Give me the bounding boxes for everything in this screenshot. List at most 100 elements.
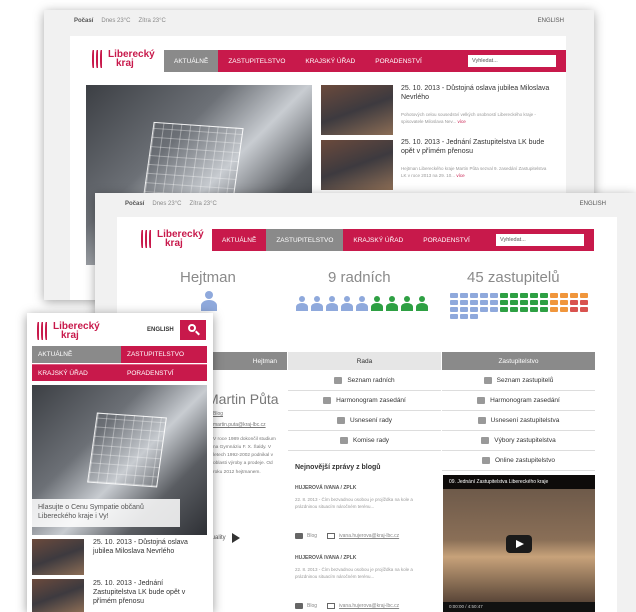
zast-link-seznam[interactable]: Seznam zastupitelů bbox=[442, 371, 595, 391]
search-input[interactable]: Vyhledat... bbox=[496, 234, 584, 246]
logo[interactable]: Liberecký kraj bbox=[139, 229, 204, 249]
calendar-icon bbox=[477, 397, 486, 404]
seat-cell bbox=[550, 300, 558, 305]
news-title-1[interactable]: 25. 10. 2013 - Důstojná oslava jubilea M… bbox=[401, 85, 551, 103]
play-button[interactable] bbox=[506, 534, 532, 553]
hejtman-person-icon bbox=[201, 291, 217, 311]
rada-link-komise[interactable]: Komise rady bbox=[288, 431, 441, 451]
news-thumb-1[interactable] bbox=[321, 85, 393, 135]
more-link[interactable]: více bbox=[457, 119, 465, 124]
list-icon bbox=[337, 417, 346, 424]
monitor-icon bbox=[482, 457, 490, 464]
logo-mark-icon bbox=[139, 229, 155, 249]
video-time: 0:00:00 / 4:50:47 bbox=[449, 604, 483, 609]
nav-zastupitelstvo[interactable]: ZASTUPITELSTVO bbox=[266, 229, 344, 251]
seat-cell bbox=[540, 293, 548, 298]
zast-link-harmonogram[interactable]: Harmonogram zasedání bbox=[442, 391, 595, 411]
seat-cell bbox=[490, 293, 498, 298]
nav-poradenstvi[interactable]: PORADENSTVÍ bbox=[413, 229, 480, 251]
search-input[interactable]: Vyhledat... bbox=[468, 55, 556, 67]
zast-link-online[interactable]: Online zastupitelstvo bbox=[442, 451, 595, 471]
hejtman-bio: V roce 1989 dokončil studium na Gymnáziu… bbox=[213, 437, 276, 475]
news-title-2[interactable]: 25. 10. 2013 - Jednání Zastupitelstva LK… bbox=[93, 580, 205, 606]
blog-link[interactable]: Blog bbox=[307, 603, 317, 609]
weather-label: Počasí bbox=[125, 201, 145, 207]
seat-cell bbox=[490, 307, 498, 312]
seat-cell bbox=[450, 314, 458, 319]
seat-cell bbox=[470, 300, 478, 305]
rada-link-seznam[interactable]: Seznam radních bbox=[288, 371, 441, 391]
blog-links-1: Blog ivana.hujerova@kraj-lbc.cz bbox=[295, 533, 399, 539]
search-button[interactable] bbox=[180, 320, 206, 340]
seat-cell bbox=[540, 307, 548, 312]
news-thumb-1[interactable] bbox=[32, 539, 84, 575]
radni-person-icon bbox=[356, 296, 368, 311]
radni-person-icon bbox=[401, 296, 413, 311]
zast-link-vybory[interactable]: Výbory zastupitelstva bbox=[442, 431, 595, 451]
seat-cell bbox=[560, 300, 568, 305]
seat-cell bbox=[470, 307, 478, 312]
radni-person-icon bbox=[326, 296, 338, 311]
email-link[interactable]: ivana.hujerova@kraj-lbc.cz bbox=[339, 533, 399, 539]
radni-person-icon bbox=[416, 296, 428, 311]
hejtman-label: Hejtman bbox=[180, 269, 236, 286]
video-player[interactable]: 09. Jednání Zastupitelstva Libereckého k… bbox=[443, 475, 595, 612]
tab-zastupitelstvo[interactable]: Zastupitelstvo bbox=[442, 352, 595, 370]
seat-cell bbox=[460, 314, 468, 319]
language-link[interactable]: ENGLISH bbox=[147, 327, 174, 333]
nav-krajsky-urad[interactable]: KRAJSKÝ ÚŘAD bbox=[343, 229, 413, 251]
rada-link-usneseni[interactable]: Usnesení rady bbox=[288, 411, 441, 431]
nav-krajsky-urad[interactable]: KRAJSKÝ ÚŘAD bbox=[295, 50, 365, 72]
seat-cell bbox=[540, 300, 548, 305]
hero-caption[interactable]: Hlasujte o Cenu Sympatie občanů Libereck… bbox=[32, 499, 180, 527]
people-icon bbox=[483, 377, 492, 384]
seat-cell bbox=[480, 307, 488, 312]
people-icon bbox=[334, 377, 343, 384]
seat-cell bbox=[480, 293, 488, 298]
hejtman-blog-link[interactable]: Blog bbox=[213, 411, 223, 417]
seat-cell bbox=[550, 307, 558, 312]
nav-zastupitelstvo[interactable]: ZASTUPITELSTVO bbox=[121, 346, 207, 363]
hejtman-email-link[interactable]: martin.puta@kraj-lbc.cz bbox=[213, 422, 266, 428]
nav-aktualne[interactable]: AKTUÁLNĚ bbox=[212, 229, 266, 251]
seat-cell bbox=[460, 300, 468, 305]
radni-person-icon bbox=[386, 296, 398, 311]
seat-cell bbox=[530, 293, 538, 298]
news-title-1[interactable]: 25. 10. 2013 - Důstojná oslava jubilea M… bbox=[93, 539, 205, 557]
logo[interactable]: Liberecký kraj bbox=[90, 49, 155, 69]
video-controls[interactable]: 0:00:00 / 4:50:47 bbox=[443, 602, 595, 612]
seat-cell bbox=[450, 307, 458, 312]
seat-cell bbox=[460, 307, 468, 312]
seat-cell bbox=[450, 293, 458, 298]
seat-cell bbox=[470, 314, 478, 319]
news-thumb-2[interactable] bbox=[32, 579, 84, 612]
logo[interactable]: Liberecký kraj bbox=[35, 321, 100, 341]
email-link[interactable]: ivana.hujerova@kraj-lbc.cz bbox=[339, 603, 399, 609]
more-link[interactable]: více bbox=[456, 173, 464, 178]
nav-poradenstvi[interactable]: PORADENSTVÍ bbox=[121, 364, 207, 381]
blog-author-2[interactable]: HUJEROVÁ IVANA / ZPLK bbox=[295, 555, 356, 561]
news-thumb-2[interactable] bbox=[321, 140, 393, 190]
news-title-2[interactable]: 25. 10. 2013 - Jednání Zastupitelstva LK… bbox=[401, 139, 551, 157]
chat-icon bbox=[295, 533, 303, 539]
seat-cell bbox=[570, 293, 578, 298]
nav-poradenstvi[interactable]: PORADENSTVÍ bbox=[365, 50, 432, 72]
nav-aktualne[interactable]: AKTUÁLNĚ bbox=[164, 50, 219, 72]
radni-person-icon bbox=[311, 296, 323, 311]
radni-person-icon bbox=[296, 296, 308, 311]
seat-cell bbox=[510, 293, 518, 298]
tab-rada[interactable]: Rada bbox=[288, 352, 441, 370]
blog-links-2: Blog ivana.hujerova@kraj-lbc.cz bbox=[295, 603, 399, 609]
nav-zastupitelstvo[interactable]: ZASTUPITELSTVO bbox=[218, 50, 295, 72]
seat-cell bbox=[510, 300, 518, 305]
language-link[interactable]: ENGLISH bbox=[538, 18, 564, 24]
rada-link-harmonogram[interactable]: Harmonogram zasedání bbox=[288, 391, 441, 411]
nav-aktualne[interactable]: AKTUÁLNĚ bbox=[32, 346, 121, 363]
blog-link[interactable]: Blog bbox=[307, 533, 317, 539]
blog-author-1[interactable]: HUJEROVÁ IVANA / ZPLK bbox=[295, 485, 356, 491]
language-link[interactable]: ENGLISH bbox=[580, 201, 606, 207]
seat-cell bbox=[460, 293, 468, 298]
zast-link-usneseni[interactable]: Usnesení zastupitelstva bbox=[442, 411, 595, 431]
nav-krajsky-urad[interactable]: KRAJSKÝ ÚŘAD bbox=[32, 364, 121, 381]
radni-label: 9 radních bbox=[328, 269, 391, 286]
